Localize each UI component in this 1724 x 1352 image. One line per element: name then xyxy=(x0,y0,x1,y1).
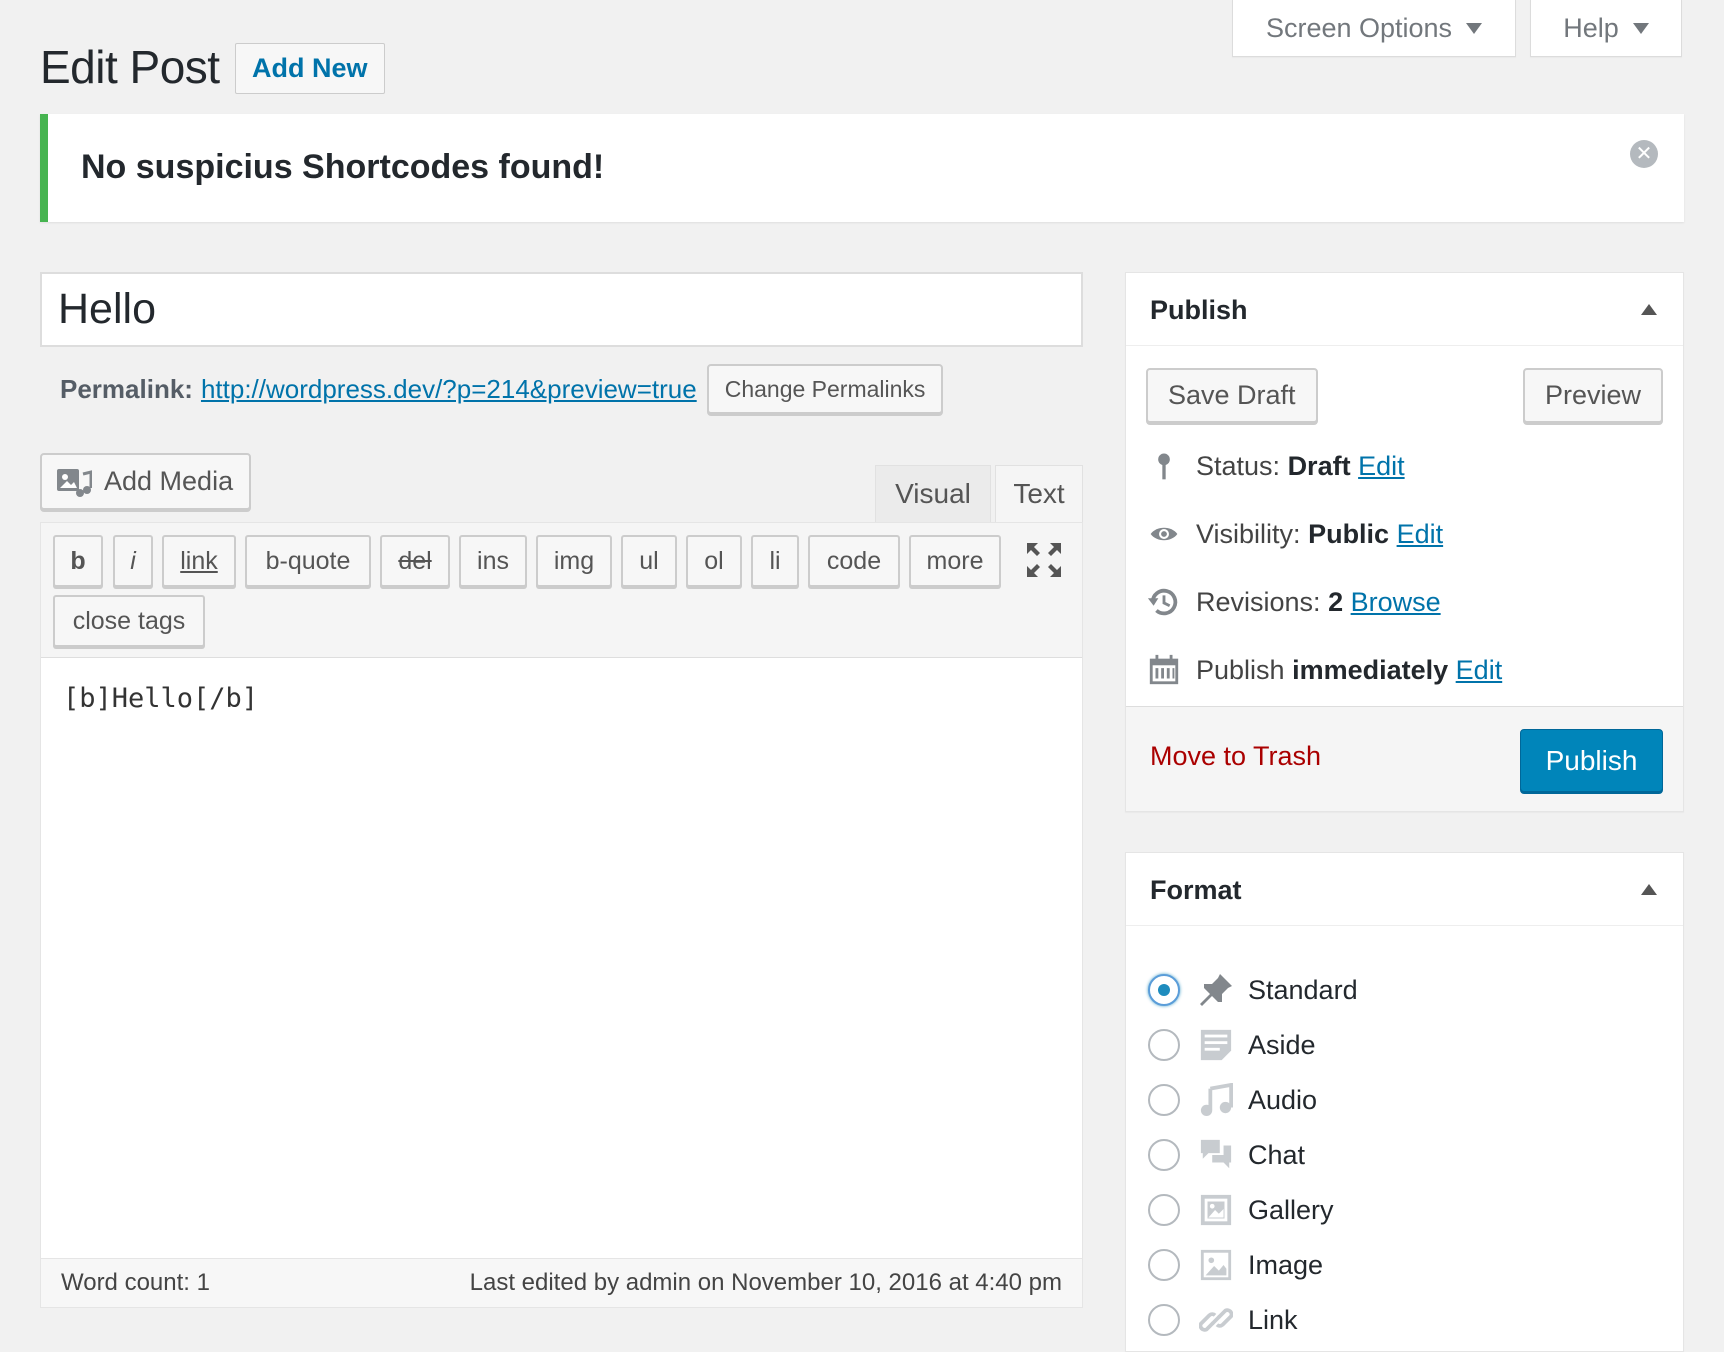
format-option-standard[interactable]: Standard xyxy=(1148,970,1358,1010)
help-button[interactable]: Help xyxy=(1530,0,1682,57)
quicktag-ul-button[interactable]: ul xyxy=(621,535,677,587)
change-permalinks-button[interactable]: Change Permalinks xyxy=(706,364,944,414)
fullscreen-icon[interactable] xyxy=(1027,543,1061,577)
publish-date-text: Publish immediately Edit xyxy=(1196,654,1503,685)
history-icon xyxy=(1146,584,1182,620)
format-label-aside: Aside xyxy=(1248,1029,1316,1060)
quicktag-close-tags-button[interactable]: close tags xyxy=(53,595,205,647)
last-edited: Last edited by admin on November 10, 201… xyxy=(469,1269,1062,1296)
quicktag-del-button[interactable]: del xyxy=(380,535,450,587)
aside-icon xyxy=(1198,1027,1234,1063)
editor-textarea[interactable]: [b]Hello[/b] xyxy=(63,683,258,714)
gallery-icon xyxy=(1198,1192,1234,1228)
quicktag-code-button[interactable]: code xyxy=(808,535,900,587)
publish-box: Publish Save Draft Preview Status: Draft… xyxy=(1125,272,1684,812)
audio-icon xyxy=(1198,1082,1234,1118)
edit-visibility-link[interactable]: Edit xyxy=(1397,519,1444,549)
calendar-icon xyxy=(1146,652,1182,688)
notice-text: No suspicius Shortcodes found! xyxy=(81,148,605,186)
quicktags-toolbar: b i link b-quote del ins img ul ol li co… xyxy=(41,523,1082,658)
quicktag-bquote-button[interactable]: b-quote xyxy=(245,535,371,587)
media-icon xyxy=(57,468,92,497)
eye-icon xyxy=(1146,516,1182,552)
format-option-link[interactable]: Link xyxy=(1148,1300,1298,1340)
tab-visual[interactable]: Visual xyxy=(875,465,991,522)
chat-icon xyxy=(1198,1137,1234,1173)
format-radio-image[interactable] xyxy=(1148,1249,1180,1281)
close-icon[interactable]: ✕ xyxy=(1630,140,1658,168)
move-to-trash-link[interactable]: Move to Trash xyxy=(1150,741,1321,772)
word-count: Word count: 1 xyxy=(61,1269,210,1296)
publish-box-header[interactable]: Publish xyxy=(1126,273,1683,346)
quicktag-more-button[interactable]: more xyxy=(909,535,1001,587)
format-option-audio[interactable]: Audio xyxy=(1148,1080,1317,1120)
permalink-label: Permalink: xyxy=(60,373,193,404)
quicktag-ol-button[interactable]: ol xyxy=(686,535,742,587)
chevron-down-icon xyxy=(1466,22,1483,34)
format-option-chat[interactable]: Chat xyxy=(1148,1135,1305,1175)
format-radio-chat[interactable] xyxy=(1148,1139,1180,1171)
format-label-audio: Audio xyxy=(1248,1084,1318,1115)
revisions-row: Revisions: 2 Browse xyxy=(1146,582,1441,622)
save-draft-button[interactable]: Save Draft xyxy=(1146,368,1318,423)
editor-status-bar: Word count: 1 Last edited by admin on No… xyxy=(41,1258,1082,1307)
permalink-row: Permalink: http://wordpress.dev/?p=214&p… xyxy=(60,364,944,414)
format-box-header[interactable]: Format xyxy=(1126,853,1683,926)
link-icon xyxy=(1198,1302,1234,1338)
chevron-down-icon xyxy=(1632,22,1649,34)
format-label-gallery: Gallery xyxy=(1248,1194,1334,1225)
visibility-row: Visibility: Public Edit xyxy=(1146,514,1443,554)
publish-button[interactable]: Publish xyxy=(1520,729,1663,792)
post-title-input[interactable]: Hello xyxy=(40,272,1083,347)
format-box: Format Standard Aside Audio Chat Gallery… xyxy=(1125,852,1684,1352)
quicktag-li-button[interactable]: li xyxy=(751,535,799,587)
format-radio-aside[interactable] xyxy=(1148,1029,1180,1061)
screen-options-button[interactable]: Screen Options xyxy=(1232,0,1516,57)
publish-date-row: Publish immediately Edit xyxy=(1146,650,1502,690)
format-label-image: Image xyxy=(1248,1249,1324,1280)
format-radio-gallery[interactable] xyxy=(1148,1194,1180,1226)
editor: b i link b-quote del ins img ul ol li co… xyxy=(40,522,1083,1308)
status-text: Status: Draft Edit xyxy=(1196,450,1405,481)
edit-status-link[interactable]: Edit xyxy=(1358,451,1405,481)
format-label-link: Link xyxy=(1248,1304,1298,1335)
visibility-text: Visibility: Public Edit xyxy=(1196,518,1444,549)
pin-icon xyxy=(1146,448,1182,484)
format-radio-audio[interactable] xyxy=(1148,1084,1180,1116)
add-media-label: Add Media xyxy=(104,466,234,496)
page-title: Edit Post xyxy=(40,41,220,93)
add-media-button[interactable]: Add Media xyxy=(40,453,252,510)
quicktag-ins-button[interactable]: ins xyxy=(459,535,527,587)
quicktag-bold-button[interactable]: b xyxy=(53,535,103,587)
image-icon xyxy=(1198,1247,1234,1283)
format-radio-link[interactable] xyxy=(1148,1304,1180,1336)
help-label: Help xyxy=(1563,12,1619,43)
revisions-text: Revisions: 2 Browse xyxy=(1196,586,1441,617)
format-label-chat: Chat xyxy=(1248,1139,1306,1170)
permalink-link[interactable]: http://wordpress.dev/?p=214&preview=true xyxy=(201,374,697,405)
status-row: Status: Draft Edit xyxy=(1146,446,1405,486)
publish-box-title: Publish xyxy=(1150,295,1248,325)
format-box-title: Format xyxy=(1150,875,1242,905)
format-label-standard: Standard xyxy=(1248,974,1358,1005)
format-option-aside[interactable]: Aside xyxy=(1148,1025,1316,1065)
format-option-image[interactable]: Image xyxy=(1148,1245,1323,1285)
success-notice: No suspicius Shortcodes found! ✕ xyxy=(40,114,1684,222)
quicktag-link-button[interactable]: link xyxy=(162,535,236,587)
publish-actions: Move to Trash Publish xyxy=(1126,706,1683,811)
edit-date-link[interactable]: Edit xyxy=(1456,655,1503,685)
add-new-button[interactable]: Add New xyxy=(235,43,385,94)
quicktag-img-button[interactable]: img xyxy=(536,535,612,587)
chevron-up-icon[interactable] xyxy=(1641,884,1657,895)
pin-icon xyxy=(1198,972,1234,1008)
quicktag-italic-button[interactable]: i xyxy=(113,535,153,587)
browse-revisions-link[interactable]: Browse xyxy=(1351,587,1441,617)
tab-text[interactable]: Text xyxy=(995,465,1083,522)
preview-button[interactable]: Preview xyxy=(1522,368,1663,423)
chevron-up-icon[interactable] xyxy=(1641,304,1657,315)
format-option-gallery[interactable]: Gallery xyxy=(1148,1190,1334,1230)
format-radio-standard[interactable] xyxy=(1148,974,1180,1006)
screen-options-label: Screen Options xyxy=(1265,12,1453,43)
